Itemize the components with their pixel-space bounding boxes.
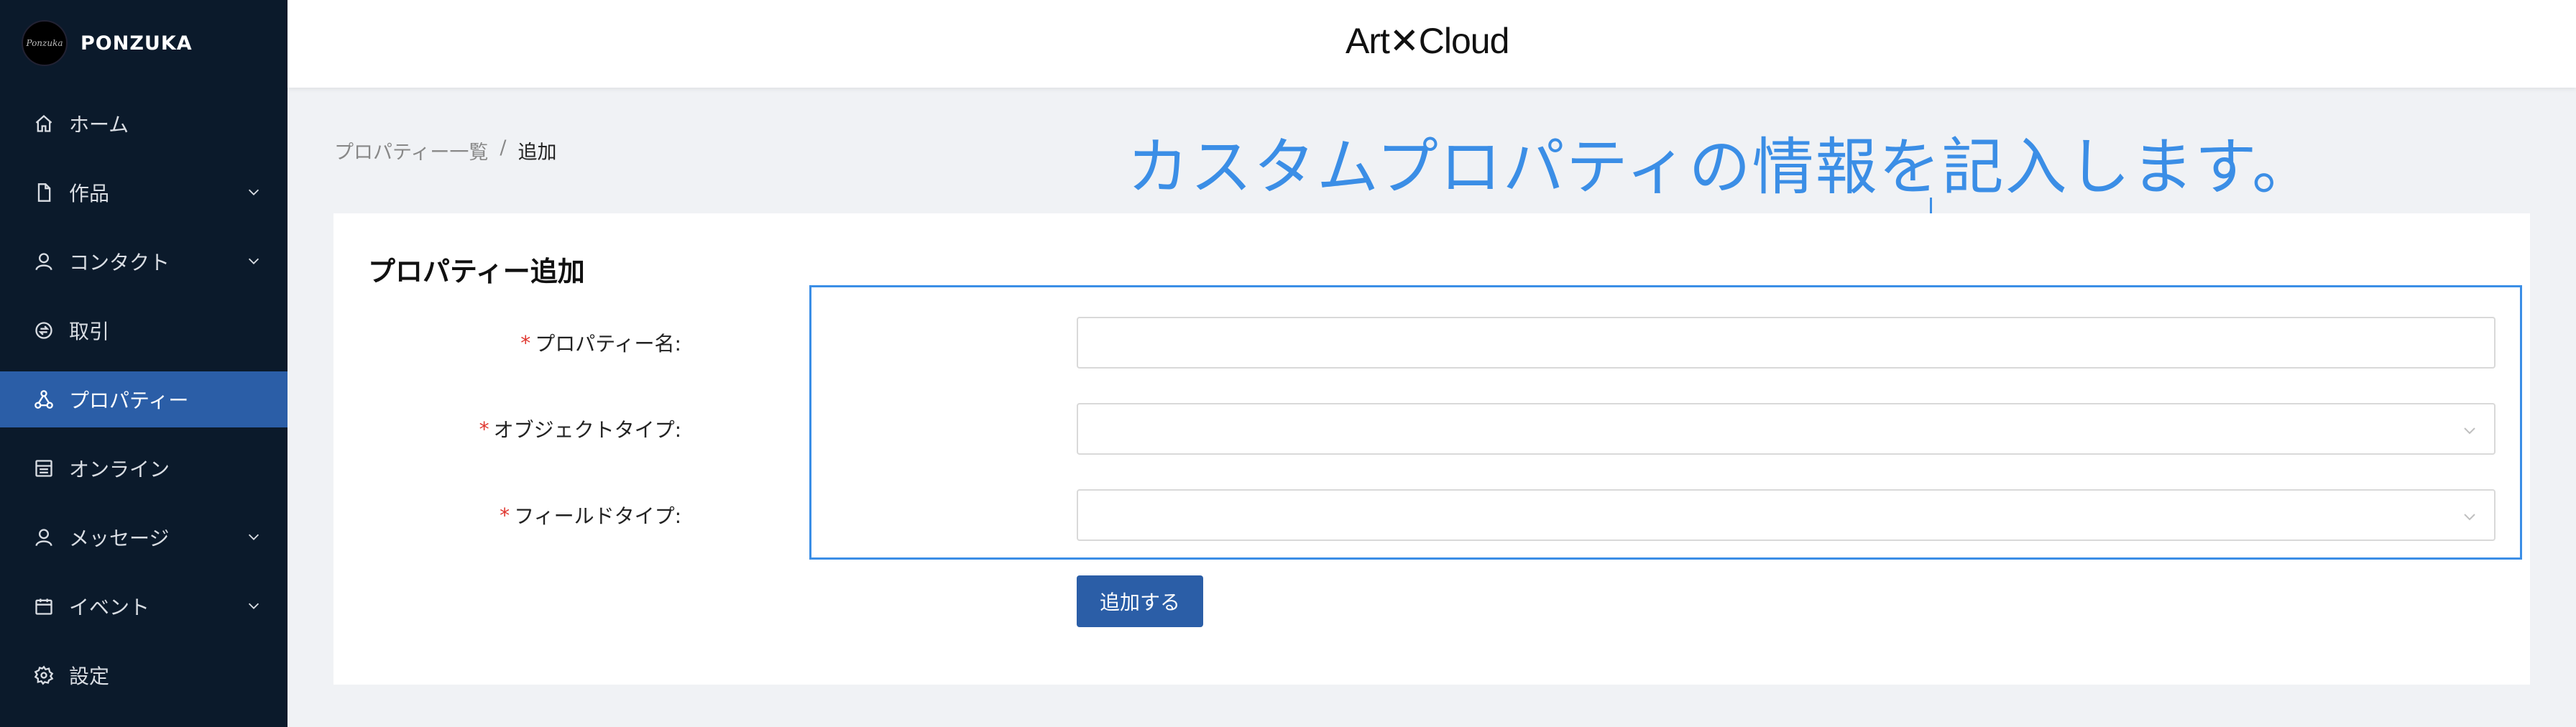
sidebar-item-label: イベント: [69, 596, 150, 619]
calendar-icon: [33, 596, 55, 617]
sidebar-item-transactions[interactable]: 取引: [0, 302, 288, 358]
home-icon: [33, 113, 55, 134]
field-type-label: * フィールドタイプ:: [500, 489, 681, 541]
sidebar-item-label: オンライン: [69, 458, 170, 481]
sidebar-item-properties[interactable]: プロパティー: [0, 371, 288, 427]
add-button[interactable]: 追加する: [1077, 575, 1203, 627]
sidebar-item-label: 取引: [69, 320, 110, 343]
object-type-label-text: オブジェクトタイプ:: [493, 418, 681, 442]
breadcrumb-separator: /: [500, 136, 507, 159]
object-type-select[interactable]: [1077, 403, 2496, 455]
sidebar-item-label: ホーム: [69, 113, 129, 136]
app-logo[interactable]: Art✕Cloud: [1346, 20, 1509, 62]
form-card: プロパティー追加 * プロパティー名: * オブジェクトタイプ: * フィールドタイプ…: [334, 213, 2530, 685]
sidebar-item-label: プロパティー: [69, 389, 189, 412]
property-name-label-text: プロパティー名:: [535, 332, 681, 356]
chevron-down-icon: [248, 258, 259, 264]
shop-icon: [33, 458, 55, 479]
breadcrumb-current: 追加: [518, 142, 557, 164]
form-row-property-name: * プロパティー名:: [334, 317, 2530, 369]
field-type-select[interactable]: [1077, 489, 2496, 541]
form-row-field-type: * フィールドタイプ:: [334, 489, 2530, 541]
user-icon: [33, 527, 55, 548]
exchange-icon: [33, 320, 55, 341]
sidebar-item-messages[interactable]: メッセージ: [0, 509, 288, 565]
sidebar-item-events[interactable]: イベント: [0, 578, 288, 634]
sidebar-item-home[interactable]: ホーム: [0, 96, 288, 152]
share-nodes-icon: [33, 389, 55, 410]
required-mark: *: [500, 503, 510, 527]
field-type-label-text: フィールドタイプ:: [514, 504, 681, 528]
brand-logo: Ponzuka: [22, 20, 68, 66]
required-mark: *: [520, 330, 531, 355]
form-row-object-type: * オブジェクトタイプ:: [334, 403, 2530, 455]
top-header: Art✕Cloud: [288, 0, 2576, 88]
brand[interactable]: Ponzuka PONZUKA: [22, 20, 193, 66]
chevron-down-icon: [248, 189, 259, 195]
sidebar: Ponzuka PONZUKA ホーム 作品 コンタクト 取引 プロパティー オ…: [0, 0, 288, 727]
file-icon: [33, 182, 55, 203]
property-name-input[interactable]: [1077, 317, 2496, 369]
user-icon: [33, 251, 55, 272]
sidebar-item-label: コンタクト: [69, 251, 170, 274]
chevron-down-icon: [248, 603, 259, 609]
sidebar-item-works[interactable]: 作品: [0, 165, 288, 221]
sidebar-item-contacts[interactable]: コンタクト: [0, 233, 288, 290]
page-title: プロパティー追加: [368, 256, 585, 287]
gear-icon: [33, 665, 55, 686]
sidebar-item-label: 設定: [69, 665, 110, 688]
chevron-down-icon: [2464, 514, 2475, 521]
brand-logo-text: Ponzuka: [26, 38, 63, 48]
sidebar-item-label: メッセージ: [69, 527, 170, 550]
property-name-label: * プロパティー名:: [520, 317, 681, 369]
sidebar-item-online[interactable]: オンライン: [0, 440, 288, 496]
required-mark: *: [479, 417, 489, 441]
sidebar-item-label: 作品: [69, 182, 110, 205]
breadcrumb: プロパティー一覧 / 追加: [334, 136, 557, 165]
sidebar-item-settings[interactable]: 設定: [0, 647, 288, 703]
brand-name: PONZUKA: [80, 32, 193, 55]
annotation-callout-text: カスタムプロパティの情報を記入します。: [1127, 131, 2316, 203]
chevron-down-icon: [248, 534, 259, 540]
chevron-down-icon: [2464, 427, 2475, 435]
breadcrumb-parent-link[interactable]: プロパティー一覧: [334, 136, 488, 165]
object-type-label: * オブジェクトタイプ:: [479, 403, 681, 455]
